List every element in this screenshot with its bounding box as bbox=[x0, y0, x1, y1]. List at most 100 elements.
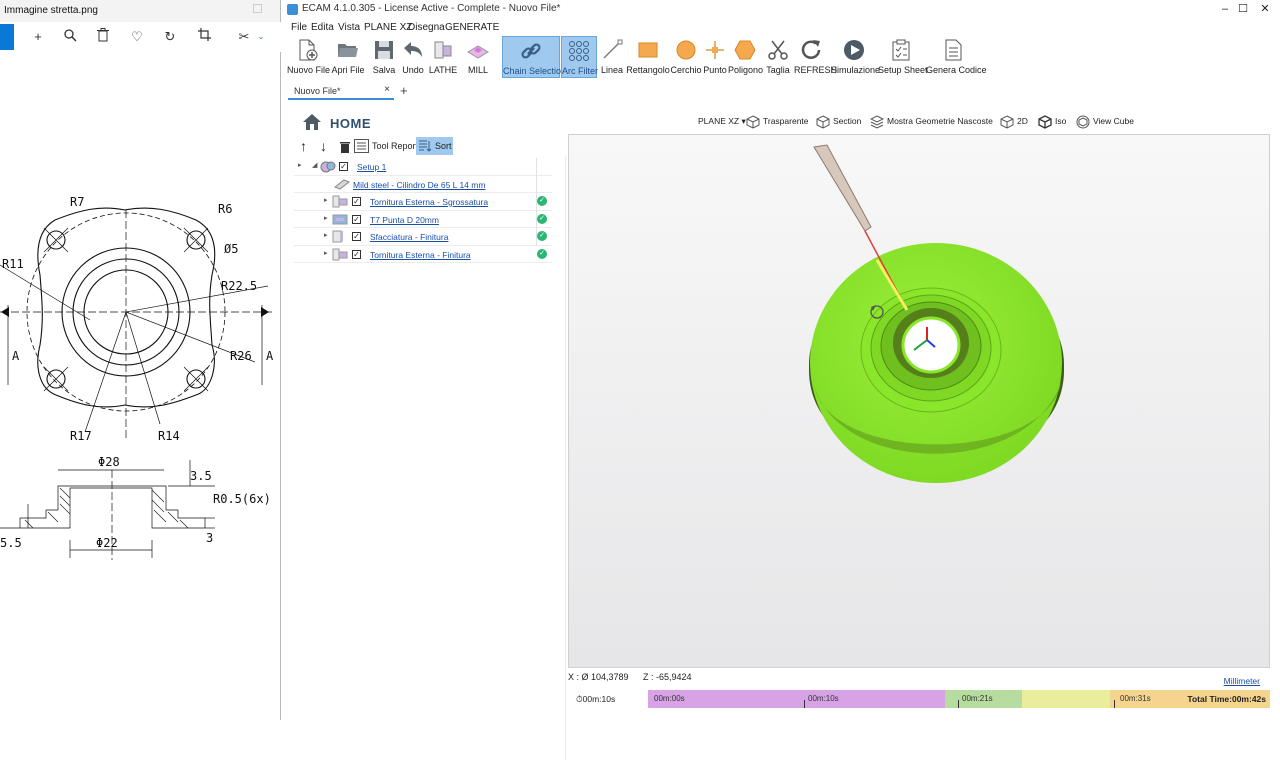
operation-checkbox[interactable]: ✓ bbox=[352, 232, 361, 241]
show-hidden-geometry-button[interactable]: Mostra Geometrie Nascoste bbox=[870, 112, 993, 130]
arc-filter-button[interactable]: Arc Filter bbox=[561, 36, 598, 78]
edit-icon[interactable]: ✂ bbox=[235, 28, 253, 46]
close-button[interactable]: ✕ bbox=[1256, 1, 1274, 17]
operations-panel: HOME ↑ ↓ Tool Report Sort ▸ ◢ ✓ Setup 1 … bbox=[288, 104, 566, 760]
app-logo-icon bbox=[287, 4, 298, 15]
operation-checkbox[interactable]: ✓ bbox=[352, 197, 361, 206]
expand-arrow-icon[interactable]: ▸ bbox=[324, 231, 328, 239]
menu-plane-xz[interactable]: PLANE XZ bbox=[364, 22, 412, 33]
open-file-button[interactable]: Apri File bbox=[329, 36, 367, 78]
label-r17: R17 bbox=[70, 429, 92, 443]
transparent-button[interactable]: Trasparente bbox=[746, 112, 809, 130]
collapse-arrow-icon[interactable]: ◢ bbox=[312, 161, 317, 169]
favorite-icon[interactable]: ♡ bbox=[128, 28, 146, 46]
setup-checkbox[interactable]: ✓ bbox=[339, 162, 348, 171]
menu-vista[interactable]: Vista bbox=[338, 22, 360, 33]
unit-link[interactable]: Millimeter bbox=[1224, 676, 1260, 686]
expand-arrow-icon[interactable]: ▸ bbox=[324, 196, 328, 204]
menu-edita[interactable]: Edita bbox=[311, 22, 334, 33]
new-file-button[interactable]: Nuovo File bbox=[287, 36, 330, 78]
tree-row-operation[interactable]: ▸ ✓ Tornitura Esterna - Sgrossatura ✓ bbox=[294, 193, 552, 211]
tree-row-setup[interactable]: ▸ ◢ ✓ Setup 1 bbox=[294, 158, 552, 176]
polygon-button[interactable]: Poligono bbox=[728, 36, 763, 78]
menu-generate[interactable]: GENERATE bbox=[445, 22, 499, 33]
zoom-icon[interactable] bbox=[61, 28, 79, 46]
expand-arrow-icon[interactable]: ▸ bbox=[324, 249, 328, 257]
label-d35: 3.5 bbox=[190, 469, 212, 483]
total-time: Total Time:00m:42s bbox=[1187, 694, 1266, 704]
operation-timeline[interactable]: ⏱00m:10s 00m:00s 00m:10s 00m:21s 00m:31s… bbox=[568, 690, 1270, 708]
setup-sheet-button[interactable]: Setup Sheet bbox=[878, 36, 928, 78]
operation-checkbox[interactable]: ✓ bbox=[352, 249, 361, 259]
2d-view-button[interactable]: 2D bbox=[1000, 112, 1028, 130]
expand-arrow-icon[interactable]: ▸ bbox=[324, 214, 328, 222]
folder-icon bbox=[338, 44, 358, 57]
timeline-segment-roughing[interactable]: 00m:00s 00m:10s bbox=[648, 690, 945, 708]
maximize-button[interactable]: ☐ bbox=[1234, 1, 1252, 17]
save-icon bbox=[375, 41, 393, 59]
tree-row-stock[interactable]: Mild steel - Cilindro De 65 L 14 mm bbox=[294, 176, 552, 193]
3d-viewport[interactable] bbox=[568, 134, 1270, 668]
lathe-button[interactable]: LATHE bbox=[428, 36, 458, 78]
document-tab-strip: Nuovo File* × + bbox=[282, 82, 1280, 102]
new-file-icon bbox=[299, 39, 318, 61]
tool-report-button[interactable]: Tool Report bbox=[354, 137, 418, 155]
trash-icon[interactable] bbox=[340, 137, 350, 155]
mill-button[interactable]: MILL bbox=[464, 36, 492, 78]
trim-button[interactable]: Taglia bbox=[764, 36, 792, 78]
timeline-segment-drill[interactable]: 00m:21s bbox=[945, 690, 1022, 708]
label-d28: Φ28 bbox=[98, 455, 120, 469]
lathe-icon bbox=[434, 41, 452, 59]
chevron-down-icon[interactable]: ⌄ bbox=[252, 28, 270, 46]
move-down-icon[interactable]: ↓ bbox=[320, 137, 327, 155]
move-up-icon[interactable]: ↑ bbox=[300, 137, 307, 155]
plane-dropdown[interactable]: PLANE XZ ▾ bbox=[698, 112, 746, 130]
minimize-button[interactable]: – bbox=[1216, 1, 1234, 17]
cube-icon bbox=[1038, 115, 1052, 129]
line-button[interactable]: Linea bbox=[599, 36, 625, 78]
view-cube-button[interactable]: View Cube bbox=[1076, 112, 1134, 130]
list-icon bbox=[354, 139, 369, 153]
iso-view-button[interactable]: Iso bbox=[1038, 112, 1066, 130]
refresh-icon bbox=[801, 40, 821, 59]
add-icon[interactable]: + bbox=[29, 28, 47, 46]
add-tab-icon[interactable]: + bbox=[400, 83, 408, 98]
status-ok-icon: ✓ bbox=[537, 213, 547, 224]
window-title: ECAM 4.1.0.305 - License Active - Comple… bbox=[302, 3, 561, 14]
sort-button[interactable]: Sort bbox=[416, 137, 453, 155]
menu-disegna[interactable]: Disegna bbox=[408, 22, 445, 33]
timeline-segment-facing[interactable] bbox=[1022, 690, 1110, 708]
rectangle-button[interactable]: Rettangolo bbox=[626, 36, 670, 78]
cube-icon bbox=[1000, 115, 1014, 129]
menu-file[interactable]: File bbox=[291, 22, 307, 33]
tab-nuovo-file[interactable]: Nuovo File* × bbox=[288, 82, 394, 100]
expand-arrow-icon[interactable]: ▸ bbox=[298, 161, 302, 169]
chain-selection-button[interactable]: Chain Selection bbox=[502, 36, 566, 78]
tree-row-operation[interactable]: ▸ ✓ Tornitura Esterna - Finitura ✓ bbox=[294, 246, 552, 263]
delete-icon[interactable] bbox=[94, 28, 112, 46]
play-icon bbox=[844, 40, 864, 60]
undo-button[interactable]: Undo bbox=[400, 36, 426, 78]
crop-icon[interactable] bbox=[195, 28, 213, 46]
operation-checkbox[interactable]: ✓ bbox=[352, 214, 361, 224]
scissors-icon bbox=[768, 40, 788, 60]
setup-icon bbox=[320, 160, 336, 173]
tree-row-operation[interactable]: ▸ ✓ Sfacciatura - Finitura ✓ bbox=[294, 228, 552, 246]
rectangle-icon bbox=[638, 42, 658, 58]
viewer-nav-accent[interactable] bbox=[0, 24, 14, 50]
label-r6: R6 bbox=[218, 202, 232, 216]
circle-button[interactable]: Cerchio bbox=[670, 36, 702, 78]
generate-code-button[interactable]: Genera Codice bbox=[926, 36, 987, 78]
point-button[interactable]: Punto bbox=[702, 36, 728, 78]
timeline-tick bbox=[1114, 700, 1115, 708]
tree-row-operation[interactable]: ▸ ✓ T7 Punta D 20mm ✓ bbox=[294, 211, 552, 228]
section-button[interactable]: Section bbox=[816, 112, 861, 130]
simulation-button[interactable]: Simulazione bbox=[831, 36, 880, 78]
rotate-icon[interactable]: ↻ bbox=[161, 28, 179, 46]
chain-link-icon bbox=[521, 43, 541, 59]
viewer-maximize-button[interactable] bbox=[253, 4, 262, 13]
stock-icon bbox=[334, 178, 350, 191]
save-button[interactable]: Salva bbox=[370, 36, 398, 78]
refresh-button[interactable]: REFRESH bbox=[794, 36, 837, 78]
close-tab-icon[interactable]: × bbox=[384, 84, 390, 95]
